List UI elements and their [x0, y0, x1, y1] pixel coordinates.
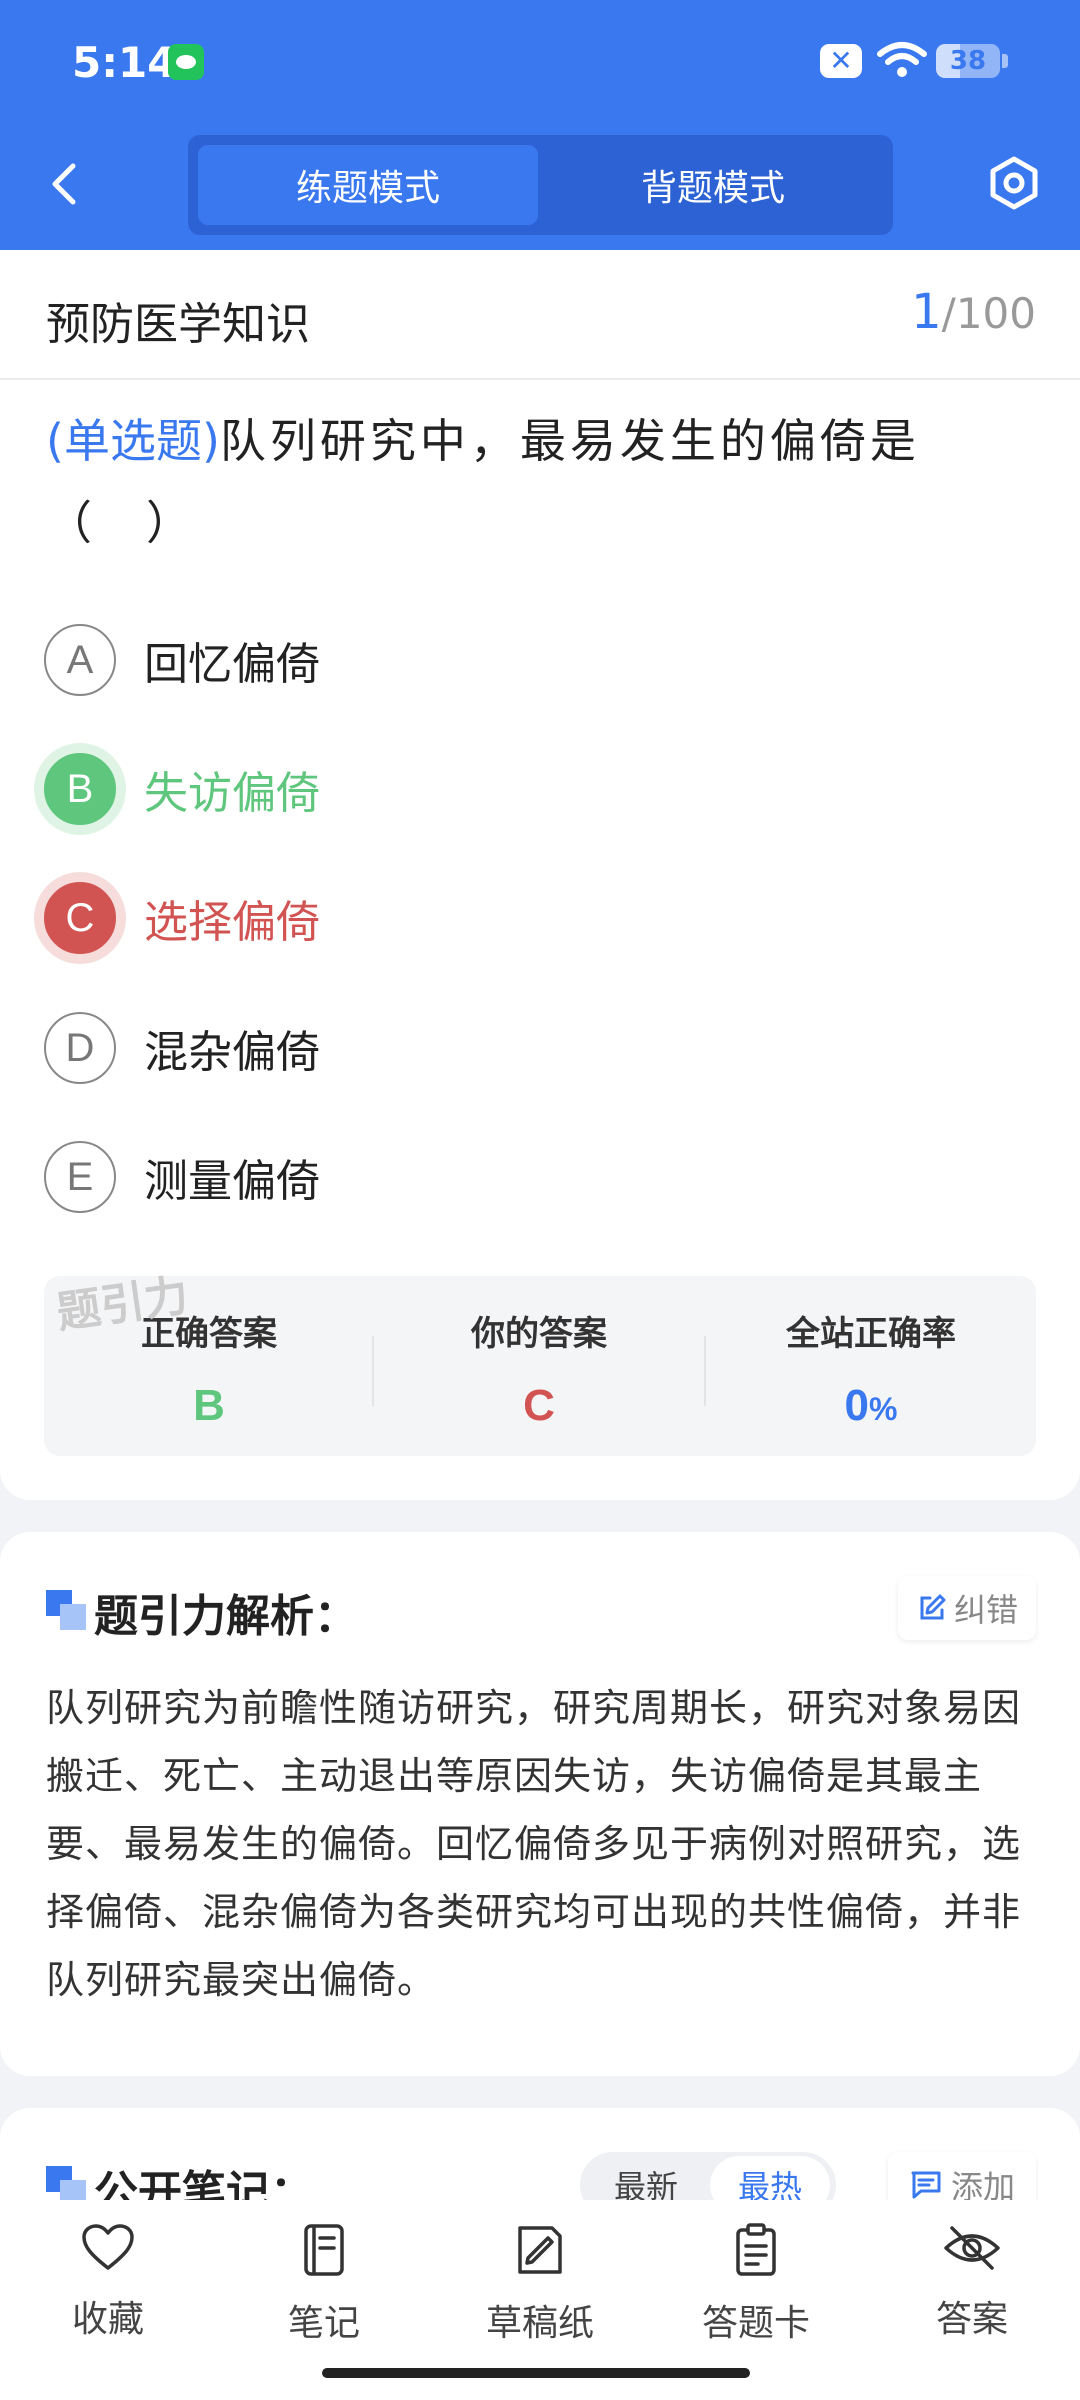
nav-label: 答题卡: [701, 2303, 810, 2344]
nav-show-answer[interactable]: 答案: [892, 2222, 1052, 2342]
question-text: (单选题)队列研究中，最易发生的偏倚是（ ）: [46, 400, 1036, 564]
notification-x-icon: ✕: [820, 44, 862, 78]
battery-level: 38: [949, 46, 987, 76]
option-text: 失访偏倚: [144, 768, 320, 819]
option-letter: C: [44, 882, 116, 954]
option-e[interactable]: E 测量偏倚: [44, 1139, 320, 1215]
option-d[interactable]: D 混杂偏倚: [44, 1010, 320, 1086]
current-question-number: 1: [911, 284, 942, 340]
your-answer-value: C: [523, 1381, 555, 1430]
comment-icon: [911, 2171, 941, 2199]
option-letter: B: [44, 753, 116, 825]
draft-paper-icon: [518, 2226, 562, 2274]
option-text: 测量偏倚: [144, 1156, 320, 1207]
tab-memorize-mode[interactable]: 背题模式: [543, 145, 883, 225]
nav-label: 收藏: [71, 2299, 144, 2340]
nav-label: 笔记: [287, 2303, 360, 2344]
section-square-icon: [46, 1590, 86, 1630]
eye-off-icon: [944, 2226, 1000, 2270]
your-answer-block: 你的答案 C: [374, 1306, 704, 1431]
question-counter: 1/100: [911, 284, 1036, 340]
top-bar: 5:14 ✕ 38 练题模式 背题模式: [0, 0, 1080, 250]
report-error-button[interactable]: 纠错: [898, 1576, 1036, 1640]
wechat-icon: [168, 44, 204, 80]
mode-switch: 练题模式 背题模式: [188, 135, 893, 235]
option-text: 回忆偏倚: [144, 639, 320, 690]
subject-title: 预防医学知识: [46, 299, 310, 350]
correct-answer-value: B: [193, 1381, 225, 1430]
back-button[interactable]: [42, 158, 86, 210]
option-text: 混杂偏倚: [144, 1027, 320, 1078]
total-questions: /100: [941, 289, 1036, 338]
question-type: (单选题): [46, 414, 220, 468]
site-accuracy-label: 全站正确率: [786, 1314, 956, 1354]
status-time: 5:14: [72, 38, 177, 87]
chevron-left-icon: [52, 163, 76, 205]
site-accuracy-block: 全站正确率 0%: [706, 1306, 1036, 1431]
site-accuracy-value: 0%: [706, 1381, 1036, 1431]
notebook-icon: [304, 2224, 344, 2276]
wifi-icon: [877, 42, 927, 77]
nav-draft[interactable]: 草稿纸: [460, 2222, 620, 2346]
status-bar: 5:14 ✕ 38: [0, 0, 1080, 125]
option-letter: D: [44, 1012, 116, 1084]
nav-label: 答案: [935, 2299, 1008, 2340]
site-accuracy-number: 0: [844, 1381, 870, 1430]
option-b[interactable]: B 失访偏倚: [44, 751, 320, 827]
option-a[interactable]: A 回忆偏倚: [44, 622, 320, 698]
analysis-title: 题引力解析：: [94, 1591, 358, 1642]
analysis-text: 队列研究为前瞻性随访研究，研究周期长，研究对象易因搬迁、死亡、主动退出等原因失访…: [46, 1686, 1022, 2002]
option-c[interactable]: C 选择偏倚: [44, 880, 320, 956]
option-text: 选择偏倚: [144, 897, 320, 948]
your-answer-label: 你的答案: [471, 1314, 607, 1354]
hexagon-settings-icon[interactable]: [986, 155, 1042, 211]
site-accuracy-unit: %: [869, 1391, 898, 1427]
home-indicator: [322, 2368, 750, 2378]
nav-favorite[interactable]: 收藏: [28, 2222, 188, 2342]
nav-notes[interactable]: 笔记: [244, 2222, 404, 2346]
battery-icon: 38: [936, 44, 1000, 78]
answer-summary: 正确答案 B 你的答案 C 全站正确率 0%: [44, 1276, 1036, 1456]
nav-answer-sheet[interactable]: 答题卡: [676, 2222, 836, 2346]
edit-icon: [920, 1594, 946, 1620]
tab-practice-mode[interactable]: 练题模式: [198, 145, 538, 225]
battery-tip: [1002, 54, 1008, 68]
option-letter: E: [44, 1141, 116, 1213]
option-letter: A: [44, 624, 116, 696]
heart-icon: [82, 2224, 134, 2270]
report-error-label: 纠错: [953, 1591, 1018, 1629]
divider: [0, 378, 1080, 380]
answer-sheet-icon: [736, 2223, 776, 2276]
nav-label: 草稿纸: [485, 2303, 594, 2344]
